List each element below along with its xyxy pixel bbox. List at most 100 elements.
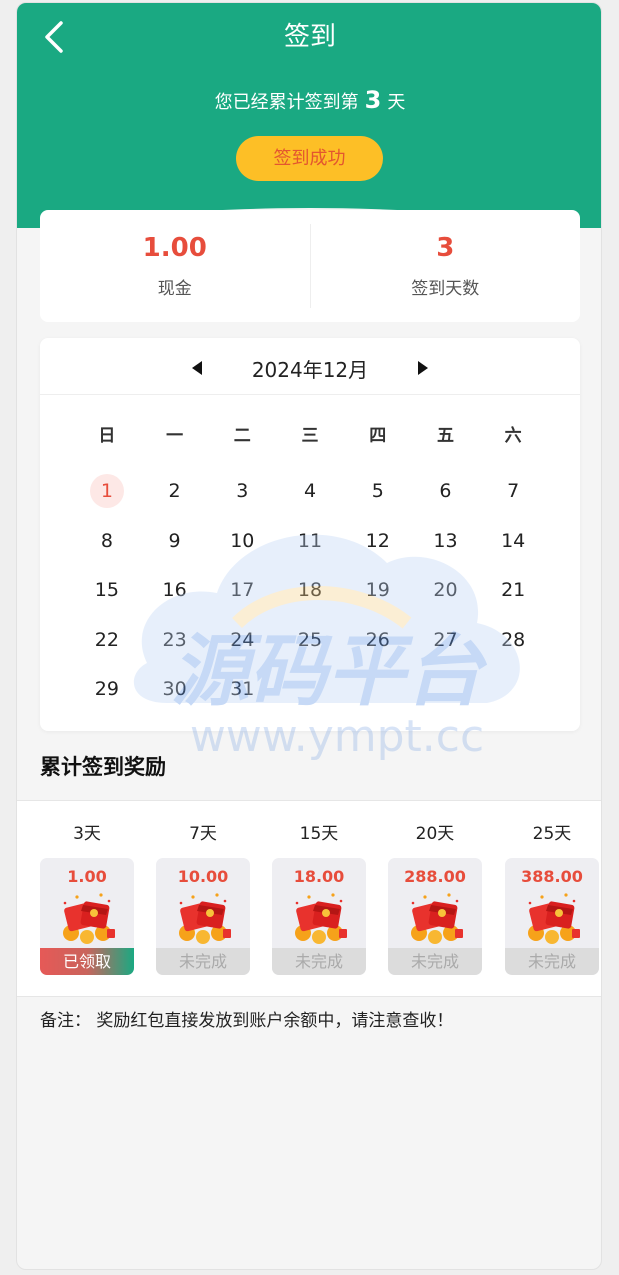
- calendar-day[interactable]: 24: [208, 622, 276, 658]
- calendar-day[interactable]: 17: [208, 572, 276, 608]
- reward-status: 未完成: [156, 948, 250, 975]
- calendar-day[interactable]: 9: [141, 523, 209, 559]
- red-envelope-icon: [528, 893, 580, 944]
- streak-days: 3: [364, 86, 382, 114]
- day-number: 23: [162, 629, 187, 651]
- day-number: 22: [94, 629, 119, 651]
- day-number: 17: [230, 579, 255, 601]
- reward-card: 288.00 未完成: [388, 858, 482, 975]
- streak-text: 您已经累计签到第 3 天: [17, 85, 601, 118]
- days-stat: 3 签到天数: [309, 224, 581, 308]
- red-envelope-icon: [295, 893, 347, 944]
- page-title: 签到: [283, 22, 336, 52]
- weekday-sat: 六: [504, 426, 522, 446]
- day-number: 19: [365, 579, 390, 601]
- day-number: 26: [365, 629, 390, 651]
- reward-day: 20天: [415, 824, 455, 844]
- calendar-day[interactable]: 26: [344, 622, 412, 658]
- month-label: 2024年12月: [251, 358, 369, 382]
- reward-day: 15天: [299, 824, 339, 844]
- calendar-day[interactable]: 14: [479, 523, 547, 559]
- rewards-title: 累计签到奖励: [40, 755, 166, 779]
- day-number: 1: [89, 474, 124, 508]
- calendar-day[interactable]: 31: [208, 671, 276, 707]
- day-number: 21: [501, 579, 526, 601]
- calendar-day-empty: [344, 671, 412, 707]
- red-envelope-icon: [63, 893, 115, 944]
- week-row: 15 16 17 18 19 20 21: [73, 572, 547, 608]
- calendar-day[interactable]: 4: [276, 473, 344, 509]
- calendar-day[interactable]: 16: [141, 572, 209, 608]
- calendar-day[interactable]: 27: [412, 622, 480, 658]
- calendar: 2024年12月 日 一 二 三 四 五 六 1 2 3 4 5 6 7 8 9 10 11 12 13…: [40, 338, 580, 731]
- reward-card: 388.00 未完成: [505, 858, 599, 975]
- weekday-sun: 日: [98, 426, 116, 446]
- week-row: 1 2 3 4 5 6 7: [73, 473, 547, 509]
- weekday-fri: 五: [436, 426, 454, 446]
- calendar-day[interactable]: 30: [141, 671, 209, 707]
- reward-status: 已领取: [40, 948, 134, 975]
- day-number: 4: [303, 480, 317, 502]
- day-number: 12: [365, 530, 390, 552]
- reward-status: 未完成: [272, 948, 366, 975]
- calendar-day[interactable]: 12: [344, 523, 412, 559]
- reward-day: 3天: [73, 824, 101, 844]
- day-number: 20: [433, 579, 458, 601]
- weekday-mon: 一: [166, 426, 184, 446]
- day-number: 11: [297, 530, 323, 552]
- calendar-day[interactable]: 21: [479, 572, 547, 608]
- day-number: 8: [100, 530, 113, 552]
- calendar-day-empty: [276, 671, 344, 707]
- weekday-wed: 三: [301, 426, 319, 446]
- week-row: 22 23 24 25 26 27 28: [73, 622, 547, 658]
- day-number: 10: [230, 530, 255, 552]
- calendar-day[interactable]: 23: [141, 622, 209, 658]
- calendar-day[interactable]: 29: [73, 671, 141, 707]
- calendar-day[interactable]: 8: [73, 523, 141, 559]
- calendar-day[interactable]: 3: [208, 473, 276, 509]
- calendar-day[interactable]: 19: [344, 572, 412, 608]
- calendar-day[interactable]: 28: [479, 622, 547, 658]
- reward-item[interactable]: 3天 1.00 已领取: [40, 823, 134, 975]
- reward-day: 25天: [532, 824, 572, 844]
- reward-card: 18.00 未完成: [272, 858, 366, 975]
- calendar-day[interactable]: 20: [412, 572, 480, 608]
- reward-amount: 10.00: [177, 867, 229, 886]
- reward-day: 7天: [189, 824, 217, 844]
- calendar-day[interactable]: 13: [412, 523, 480, 559]
- next-month-button[interactable]: [416, 360, 430, 376]
- sign-in-success-button[interactable]: 签到成功: [236, 136, 383, 181]
- day-number: 16: [162, 579, 187, 601]
- day-number: [496, 672, 530, 706]
- calendar-day-checked[interactable]: 1: [73, 473, 141, 509]
- calendar-day[interactable]: 10: [208, 523, 276, 559]
- days-value: 3: [436, 233, 455, 263]
- reward-item[interactable]: 7天 10.00 未完成: [156, 823, 250, 975]
- calendar-day[interactable]: 22: [73, 622, 141, 658]
- calendar-day[interactable]: 15: [73, 572, 141, 608]
- calendar-day[interactable]: 5: [344, 473, 412, 509]
- reward-item[interactable]: 25天 388.00 未完成: [505, 823, 599, 975]
- reward-item[interactable]: 20天 288.00 未完成: [388, 823, 482, 975]
- calendar-day[interactable]: 11: [276, 523, 344, 559]
- week-row: 29 30 31: [73, 671, 547, 707]
- day-number: [428, 672, 462, 706]
- calendar-day-empty: [479, 671, 547, 707]
- header: 签到 您已经累计签到第 3 天 签到成功: [17, 3, 601, 228]
- reward-status: 未完成: [388, 948, 482, 975]
- reward-item[interactable]: 15天 18.00 未完成: [272, 823, 366, 975]
- streak-prefix: 您已经累计签到第: [214, 92, 359, 113]
- day-number: 13: [433, 530, 458, 552]
- calendar-day[interactable]: 6: [412, 473, 480, 509]
- streak-suffix: 天: [387, 92, 406, 113]
- calendar-day[interactable]: 2: [141, 473, 209, 509]
- day-number: 6: [439, 480, 452, 502]
- calendar-day[interactable]: 18: [276, 572, 344, 608]
- weekday-row: 日 一 二 三 四 五 六: [73, 421, 547, 446]
- calendar-day[interactable]: 7: [479, 473, 547, 509]
- calendar-day[interactable]: 25: [276, 622, 344, 658]
- day-number: [361, 672, 395, 706]
- cash-value: 1.00: [142, 233, 207, 263]
- weekday-tue: 二: [233, 426, 251, 446]
- red-envelope-icon: [179, 893, 231, 944]
